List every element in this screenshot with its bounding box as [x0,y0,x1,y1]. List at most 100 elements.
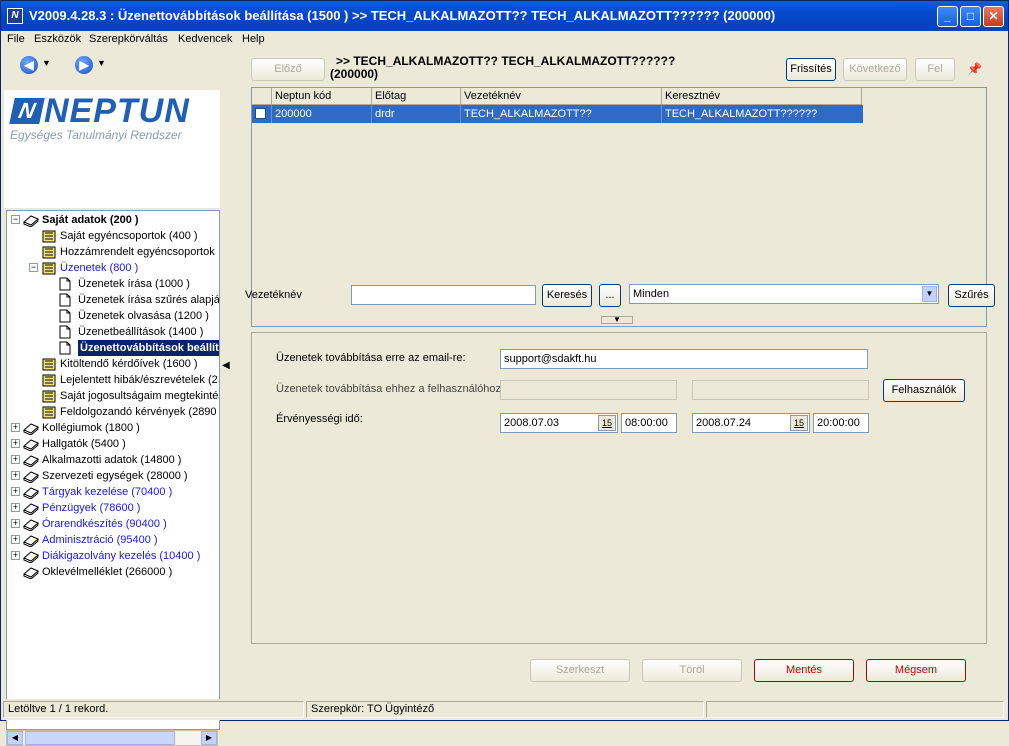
email-field[interactable]: support@sdakft.hu [500,349,868,369]
filter-select[interactable]: Minden ▼ [629,284,939,304]
menu-szerepkorvaltas[interactable]: Szerepkörváltás [89,33,168,45]
tree-item[interactable]: + Alkalmazotti adatok (14800 ) [7,452,219,468]
to-time-field[interactable]: 20:00:00 [813,413,869,433]
minimize-button[interactable]: _ [937,6,958,27]
scroll-thumb[interactable] [25,731,175,745]
tree-item[interactable]: + Diákigazolvány kezelés (10400 ) [7,548,219,564]
maximize-button[interactable]: □ [960,6,981,27]
up-button[interactable]: Fel [915,58,955,81]
more-button[interactable]: ... [599,284,621,307]
book-icon [41,373,57,387]
tree-item[interactable]: Saját jogosultságaim megtekintése [7,388,220,404]
search-button[interactable]: Keresés [542,284,592,307]
tree-item[interactable]: + Pénzügyek (78600 ) [7,500,219,516]
next-button[interactable]: Következő [843,58,907,81]
tree-item[interactable]: − Üzenetek (800 ) [7,260,219,276]
expand-icon[interactable]: + [11,471,20,480]
from-date-value: 2008.07.03 [504,417,560,429]
edit-button[interactable]: Szerkeszt [530,659,630,682]
filter-button[interactable]: Szűrés [948,284,995,307]
tree-item[interactable]: Üzenetbeállítások (1400 ) [7,324,219,340]
page-icon [59,277,75,291]
tree-item[interactable]: Saját egyéncsoportok (400 ) [7,228,219,244]
tree-item[interactable]: Üzenetek írása szűrés alapján [7,292,219,308]
refresh-button[interactable]: Frissítés [786,58,836,81]
tree-item[interactable]: Üzenetek olvasása (1200 ) [7,308,219,324]
application-window: N V2009.4.28.3 : Üzenettovábbítások beál… [0,0,1009,746]
tree-item[interactable]: + Tárgyak kezelése (70400 ) [7,484,219,500]
grid-header[interactable]: Neptun kód [272,88,372,105]
tree-item[interactable]: + Órarendkészítés (90400 ) [7,516,219,532]
expand-icon[interactable]: + [11,439,20,448]
menu-file[interactable]: File [7,33,25,45]
book-icon [23,453,39,468]
tree-item[interactable]: Oklevélmelléklet (266000 ) [7,564,219,580]
back-icon[interactable]: ◀ [20,56,38,74]
tree-item[interactable]: − Saját adatok (200 ) [7,212,219,228]
calendar-icon[interactable]: 15 [790,415,808,431]
expand-icon[interactable]: + [11,455,20,464]
chevron-down-icon[interactable]: ▼ [922,286,937,302]
page-icon [59,341,75,355]
tree-item[interactable]: Lejelentett hibák/észrevételek (2 [7,372,219,388]
expand-icon[interactable]: + [11,551,20,560]
tree-item-label: Saját jogosultságaim megtekintése [60,390,220,402]
tree-item-label: Üzenettovábbítások beállítása [78,340,219,356]
from-date-field[interactable]: 2008.07.03 15 [500,413,618,433]
tree-item[interactable]: + Adminisztráció (95400 ) [7,532,219,548]
close-button[interactable]: ✕ [983,6,1004,27]
pane-splitter[interactable]: ◀ [220,50,232,697]
grid-header[interactable]: Vezetéknév [461,88,662,105]
tree-item[interactable]: Kitöltendő kérdőívek (1600 ) [7,356,219,372]
expand-icon[interactable]: + [11,519,20,528]
menu-help[interactable]: Help [242,33,265,45]
expand-icon[interactable]: + [11,487,20,496]
collapse-icon[interactable]: − [11,215,20,224]
grid-header[interactable]: Előtag [372,88,461,105]
tree-item[interactable]: + Szervezeti egységek (28000 ) [7,468,219,484]
tree-item[interactable]: Üzenetek írása (1000 ) [7,276,219,292]
collapse-left-icon[interactable]: ◀ [222,360,230,390]
book-icon [23,437,39,452]
back-dropdown-icon[interactable]: ▼ [42,58,51,68]
grid-header-check [252,88,272,105]
expand-icon[interactable]: + [11,423,20,432]
from-time-field[interactable]: 08:00:00 [621,413,677,433]
delete-button[interactable]: Töröl [642,659,742,682]
prev-button[interactable]: Előző [251,58,325,81]
users-button[interactable]: Felhasználók [883,379,965,402]
user-name-field[interactable] [692,380,869,400]
row-checkbox[interactable] [252,105,272,123]
expand-icon[interactable]: + [11,503,20,512]
forward-icon[interactable]: ▶ [75,56,93,74]
tree-item[interactable]: Üzenettovábbítások beállítása [7,340,219,356]
tree-item-label: Alkalmazotti adatok (14800 ) [42,454,182,466]
to-date-field[interactable]: 2008.07.24 15 [692,413,810,433]
grid-header[interactable]: Keresztnév [662,88,862,105]
user-field[interactable] [500,380,677,400]
lastname-search-input[interactable] [351,285,536,305]
menu-kedvencek[interactable]: Kedvencek [178,33,232,45]
collapse-grid-icon[interactable]: ▼ [601,316,633,324]
tree-item[interactable]: + Hallgatók (5400 ) [7,436,219,452]
forward-dropdown-icon[interactable]: ▼ [97,58,106,68]
tree-item[interactable]: Feldolgozandó kérvények (2890 [7,404,219,420]
collapse-icon[interactable]: − [29,263,38,272]
book-icon [23,565,39,580]
tree-horizontal-scrollbar[interactable]: ◀ ▶ [6,730,218,746]
menu-eszkozok[interactable]: Eszközök [34,33,81,45]
pin-icon[interactable]: 📌 [967,62,982,76]
scroll-left-icon[interactable]: ◀ [7,731,23,745]
scroll-right-icon[interactable]: ▶ [201,731,217,745]
cancel-button[interactable]: Mégsem [866,659,966,682]
table-row[interactable]: 200000 drdr TECH_ALKALMAZOTT?? TECH_ALKA… [252,105,863,123]
page-icon [59,309,75,323]
expand-icon[interactable]: + [11,535,20,544]
tree-item-label: Órarendkészítés (90400 ) [42,518,167,530]
save-button[interactable]: Mentés [754,659,854,682]
tree-item-label: Tárgyak kezelése (70400 ) [42,486,173,498]
tree-item-label: Üzenetek írása (1000 ) [78,278,190,290]
calendar-icon[interactable]: 15 [598,415,616,431]
tree-item[interactable]: + Kollégiumok (1800 ) [7,420,219,436]
tree-item[interactable]: Hozzámrendelt egyéncsoportok [7,244,219,260]
